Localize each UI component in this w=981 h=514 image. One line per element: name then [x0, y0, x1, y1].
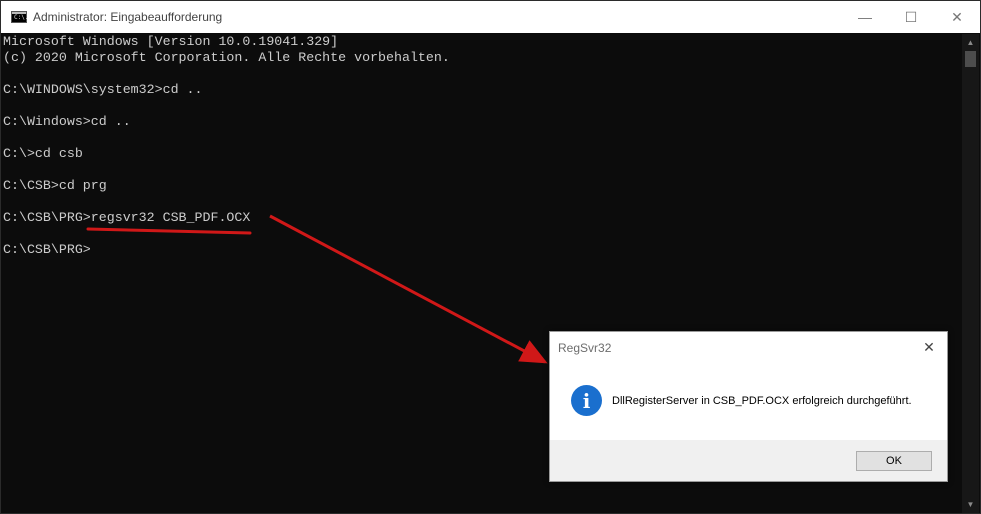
console-line: C:\CSB>cd prg	[3, 178, 107, 193]
ok-button[interactable]: OK	[856, 451, 932, 471]
scroll-thumb[interactable]	[965, 51, 976, 67]
console-line: C:\Windows>cd ..	[3, 114, 131, 129]
console-line: C:\CSB\PRG>	[3, 242, 91, 257]
dialog-message: DllRegisterServer in CSB_PDF.OCX erfolgr…	[612, 395, 912, 407]
close-button[interactable]: ✕	[934, 1, 980, 33]
console-line: C:\>cd csb	[3, 146, 83, 161]
info-icon: i	[571, 385, 602, 416]
console-line: (c) 2020 Microsoft Corporation. Alle Rec…	[3, 50, 450, 65]
cmd-app-icon-label: C:\.	[14, 14, 29, 21]
minimize-button[interactable]: —	[842, 1, 888, 33]
console-line: Microsoft Windows [Version 10.0.19041.32…	[3, 34, 339, 49]
scroll-down-arrow-icon[interactable]: ▼	[962, 496, 979, 513]
cmd-app-icon: C:\.	[11, 11, 29, 23]
vertical-scrollbar[interactable]: ▲ ▼	[962, 34, 979, 513]
dialog-close-icon[interactable]: ✕	[919, 337, 939, 357]
dialog-title: RegSvr32	[558, 341, 612, 355]
window-controls: — ☐ ✕	[842, 1, 980, 33]
scroll-up-arrow-icon[interactable]: ▲	[962, 34, 979, 51]
maximize-button[interactable]: ☐	[888, 1, 934, 33]
title-bar[interactable]: C:\. Administrator: Eingabeaufforderung …	[1, 1, 980, 33]
window-title: Administrator: Eingabeaufforderung	[33, 10, 223, 24]
dialog-footer: OK	[550, 440, 947, 481]
regsvr32-dialog: RegSvr32 ✕ i DllRegisterServer in CSB_PD…	[549, 331, 948, 482]
console-line: C:\WINDOWS\system32>cd ..	[3, 82, 203, 97]
console-line: C:\CSB\PRG>regsvr32 CSB_PDF.OCX	[3, 210, 251, 225]
